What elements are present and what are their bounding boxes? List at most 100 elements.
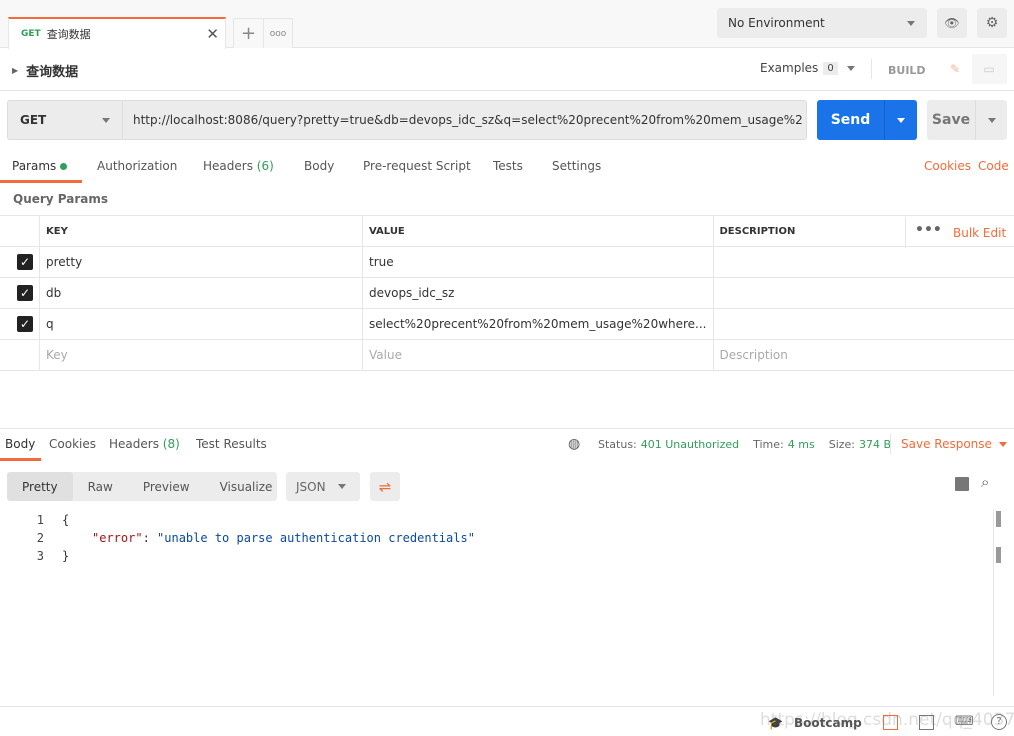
settings-sliders-icon[interactable]: ⚙ (977, 8, 1007, 38)
column-description-label: DESCRIPTION (719, 225, 796, 237)
divider (890, 434, 891, 454)
divider (0, 90, 1014, 91)
build-toggle: ✎ ▭ (938, 54, 1007, 84)
bulk-edit-link[interactable]: Bulk Edit (953, 226, 1006, 240)
params-table: KEY VALUE DESCRIPTION ••• Bulk Edit ✓ pre… (0, 215, 1014, 371)
caret-right-icon: ▶ (12, 66, 19, 75)
method-select[interactable]: GET (8, 101, 123, 139)
wrap-lines-icon[interactable]: ⇌ (370, 472, 400, 501)
url-input[interactable]: http://localhost:8086/query?pretty=true&… (133, 113, 803, 127)
save-response-label: Save Response (901, 437, 992, 451)
json-brace: { (62, 513, 70, 527)
layout-icon[interactable] (919, 715, 934, 730)
pencil-icon[interactable]: ✎ (938, 54, 972, 84)
param-key[interactable]: q (39, 308, 363, 340)
json-line: "error": "unable to parse authentication… (92, 531, 475, 545)
param-description[interactable] (712, 246, 1014, 278)
view-visualize[interactable]: Visualize (205, 480, 288, 494)
active-tab-indicator (0, 180, 82, 183)
tab-settings[interactable]: Settings (552, 159, 601, 173)
scrollbar-marker[interactable] (996, 511, 1001, 527)
tab-body[interactable]: Body (304, 159, 334, 173)
response-tab-cookies[interactable]: Cookies (49, 437, 96, 451)
response-tab-test-results[interactable]: Test Results (196, 437, 267, 451)
divider (905, 216, 906, 248)
view-preview[interactable]: Preview (128, 480, 205, 494)
scrollbar-track[interactable] (993, 510, 994, 696)
request-name-label: 查询数据 (26, 65, 79, 80)
size-value: 374 B (859, 438, 892, 451)
tab-tests[interactable]: Tests (493, 159, 523, 173)
view-pretty[interactable]: Pretty (7, 472, 73, 501)
format-label: JSON (296, 479, 326, 494)
checkbox[interactable]: ✓ (17, 285, 33, 301)
send-button[interactable]: Send (817, 100, 917, 140)
help-icon[interactable]: ? (991, 714, 1007, 730)
eye-icon[interactable]: 👁 (937, 8, 967, 38)
tab-count: (8) (162, 437, 180, 451)
chevron-down-icon (338, 484, 346, 489)
table-row: ✓ pretty true (0, 246, 1014, 278)
tab-pre-request-script[interactable]: Pre-request Script (363, 159, 471, 173)
table-row-new: Key Value Description (0, 339, 1014, 371)
save-label: Save (931, 112, 971, 128)
format-select[interactable]: JSON (286, 472, 360, 501)
time-label: Time: (753, 438, 784, 451)
cookies-link[interactable]: Cookies (924, 159, 971, 173)
tab-params[interactable]: Params (12, 159, 68, 173)
checkbox[interactable]: ✓ (17, 254, 33, 270)
chevron-down-icon (846, 65, 855, 71)
divider (871, 59, 872, 79)
tab-authorization[interactable]: Authorization (97, 159, 177, 173)
json-colon: : (142, 531, 158, 545)
environment-select[interactable]: No Environment (717, 8, 927, 38)
param-value[interactable]: devops_idc_sz (362, 277, 714, 309)
value-input[interactable]: Value (362, 339, 714, 371)
more-icon[interactable]: ••• (915, 222, 942, 238)
description-input[interactable]: Description (712, 339, 1014, 371)
response-tab-body[interactable]: Body (5, 437, 35, 451)
request-name[interactable]: ▶ 查询数据 (12, 61, 78, 80)
checkbox-column (0, 215, 40, 247)
param-key[interactable]: db (39, 277, 363, 309)
param-description[interactable] (712, 308, 1014, 340)
response-meta: Status: 401 Unauthorized Time: 4 ms Size: 3… (598, 438, 891, 451)
more-tabs-button[interactable]: ooo (263, 18, 293, 48)
globe-icon[interactable]: ◍ (568, 436, 580, 452)
bootcamp-link[interactable]: Bootcamp (794, 716, 862, 730)
active-tab-indicator (0, 458, 41, 461)
save-options-button[interactable] (975, 100, 1007, 140)
close-icon[interactable]: ✕ (206, 25, 219, 43)
search-icon[interactable]: ⌕ (981, 473, 989, 491)
chevron-down-icon (987, 117, 996, 123)
save-button[interactable]: Save (927, 100, 1007, 140)
comment-icon[interactable]: ▭ (972, 54, 1006, 84)
keyboard-icon[interactable]: ⌨ (955, 714, 974, 729)
view-raw[interactable]: Raw (73, 480, 128, 494)
param-key[interactable]: pretty (39, 246, 363, 278)
checkbox[interactable]: ✓ (17, 316, 33, 332)
tab-label: Headers (203, 159, 253, 173)
response-tab-headers[interactable]: Headers (8) (109, 437, 180, 451)
copy-icon[interactable] (955, 477, 969, 491)
request-tab[interactable]: GET 查询数据 ✕ (8, 17, 226, 49)
line-number: 2 (36, 531, 44, 545)
new-tab-button[interactable]: + (233, 18, 264, 48)
build-label: BUILD (888, 64, 926, 77)
examples-dropdown[interactable]: Examples 0 (760, 61, 855, 75)
url-bar: GET http://localhost:8086/query?pretty=t… (7, 100, 807, 140)
send-options-button[interactable] (884, 100, 917, 140)
method-label: GET (20, 113, 47, 127)
send-label: Send (830, 112, 871, 128)
param-description[interactable] (712, 277, 1014, 309)
tab-count: (6) (256, 159, 274, 173)
json-value: "unable to parse authentication credenti… (157, 531, 475, 545)
code-link[interactable]: Code (978, 159, 1009, 173)
param-value[interactable]: true (362, 246, 714, 278)
param-value[interactable]: select%20precent%20from%20mem_usage%20wh… (362, 308, 714, 340)
key-input[interactable]: Key (39, 339, 363, 371)
scrollbar-marker[interactable] (996, 547, 1001, 563)
tab-headers[interactable]: Headers (6) (203, 159, 274, 173)
two-pane-icon[interactable] (883, 715, 898, 730)
save-response-button[interactable]: Save Response (901, 437, 1007, 451)
